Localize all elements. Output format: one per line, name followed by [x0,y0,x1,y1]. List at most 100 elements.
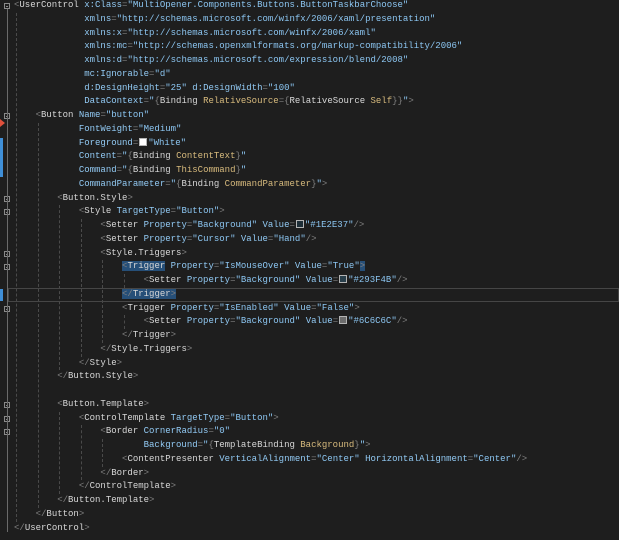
code-line[interactable]: <Button Name="button" [14,109,619,123]
code-token: </ [122,288,133,299]
code-editor[interactable]: <UserControl x:Class="MultiOpener.Compon… [8,0,619,536]
code-token: "White" [148,137,187,148]
code-line[interactable]: </Trigger> [8,287,619,302]
code-token: "http://schemas.microsoft.com/winfx/2006… [127,27,376,38]
code-token: Property [170,261,214,272]
code-token: " [240,151,247,162]
color-swatch-icon[interactable] [339,275,348,283]
code-token: "Medium" [138,123,182,134]
code-token: "#1E2E37" [304,220,354,230]
code-token: Binding [132,165,177,175]
code-line[interactable]: d:DesignHeight="25" d:DesignWidth="100" [14,82,619,96]
code-line[interactable]: Command="{Binding ThisCommand}" [14,164,619,178]
code-token: Style.Triggers [105,247,182,258]
code-token: Value [240,233,268,244]
code-line[interactable]: <Style TargetType="Button"> [14,205,619,219]
code-token: </ [122,330,133,340]
code-token: TargetType [170,412,225,423]
code-line[interactable]: </Style> [14,357,619,371]
code-line[interactable]: xmlns:d="http://schemas.microsoft.com/ex… [14,54,619,68]
code-token: d:DesignHeight [84,82,160,93]
code-token: "Center" [473,453,517,464]
code-token: ControlTemplate [84,412,166,423]
code-line[interactable]: mc:Ignorable="d" [14,68,619,82]
code-token: ContentPresenter [127,453,214,464]
code-token: Trigger [132,330,171,340]
code-token: Binding [181,178,225,189]
code-token: "Background" [235,316,301,327]
code-line[interactable]: CommandParameter="{Binding CommandParame… [14,178,619,192]
code-token: "Button" [230,412,274,423]
code-token: "0" [213,426,231,437]
code-token: /> [516,453,528,464]
code-line[interactable]: <Setter Property="Background" Value= "#1E… [14,219,619,233]
code-line[interactable]: xmlns:mc="http://schemas.openxmlformats.… [14,40,619,54]
code-line[interactable]: xmlns:x="http://schemas.microsoft.com/wi… [14,27,619,41]
code-line[interactable]: </Button.Style> [14,370,619,384]
code-line[interactable]: </Button.Template> [14,494,619,508]
code-line[interactable]: <Setter Property="Cursor" Value="Hand"/> [14,233,619,247]
code-line[interactable]: <Setter Property="Background" Value= "#29… [14,274,619,288]
code-token: Button.Template [68,495,150,505]
code-line[interactable]: DataContext="{Binding RelativeSource={Re… [14,95,619,109]
code-token: </ [78,481,90,492]
code-token: "Button" [176,206,220,217]
code-line[interactable]: <ContentPresenter VerticalAlignment="Cen… [14,453,619,467]
code-line[interactable]: <UserControl x:Class="MultiOpener.Compon… [14,0,619,13]
code-token: > [365,440,371,450]
code-line[interactable]: Background="{TemplateBinding Background}… [14,439,619,453]
code-token: "#293F4B" [348,275,397,285]
code-line[interactable]: xmlns="http://schemas.microsoft.com/winf… [14,13,619,27]
code-token: Value [294,261,322,272]
code-line[interactable]: <Trigger Property="IsEnabled" Value="Fal… [14,302,619,316]
code-line[interactable]: </Button> [14,508,619,522]
code-token: </ [100,343,112,354]
code-token: Value [305,316,333,327]
code-token: Background [300,440,355,450]
code-token: Setter [149,275,182,285]
code-token: Value [284,302,312,313]
code-line[interactable]: FontWeight="Medium" [14,123,619,137]
code-line[interactable]: Foreground= "White" [14,137,619,151]
code-line[interactable]: </Trigger> [14,329,619,343]
color-swatch-icon[interactable] [295,220,304,228]
code-line[interactable]: <Border CornerRadius="0" [14,425,619,439]
code-token: > [181,247,187,258]
code-line[interactable] [14,384,619,398]
code-line[interactable]: <Button.Style> [14,192,619,206]
code-line[interactable]: </ControlTemplate> [14,480,619,494]
code-token: > [78,508,85,519]
code-token: > [359,261,366,272]
code-token: > [408,96,414,107]
code-token: Style [89,357,117,368]
code-line[interactable]: </Border> [14,467,619,481]
code-line[interactable]: Content="{Binding ContentText}" [14,150,619,164]
code-line[interactable]: </Style.Triggers> [14,343,619,357]
code-token: "MultiOpener.Components.Buttons.ButtonTa… [127,0,409,10]
code-line[interactable]: <Style.Triggers> [14,247,619,261]
code-token: "Background" [192,220,258,230]
code-token: Self [370,96,393,107]
code-line[interactable]: <Trigger Property="IsMouseOver" Value="T… [14,260,619,274]
code-token: Foreground [78,137,133,148]
code-token: Property [186,275,231,285]
code-line[interactable]: </UserControl> [14,522,619,536]
code-token: > [170,481,177,492]
code-line[interactable]: <Setter Property="Background" Value= "#6C… [14,315,619,329]
code-line[interactable]: <ControlTemplate TargetType="Button"> [14,412,619,426]
code-token: "Center" [316,453,360,464]
code-token: Command [78,165,117,175]
code-line[interactable]: <Button.Template> [14,398,619,412]
color-swatch-icon[interactable] [139,137,148,146]
color-swatch-icon[interactable] [339,316,348,325]
